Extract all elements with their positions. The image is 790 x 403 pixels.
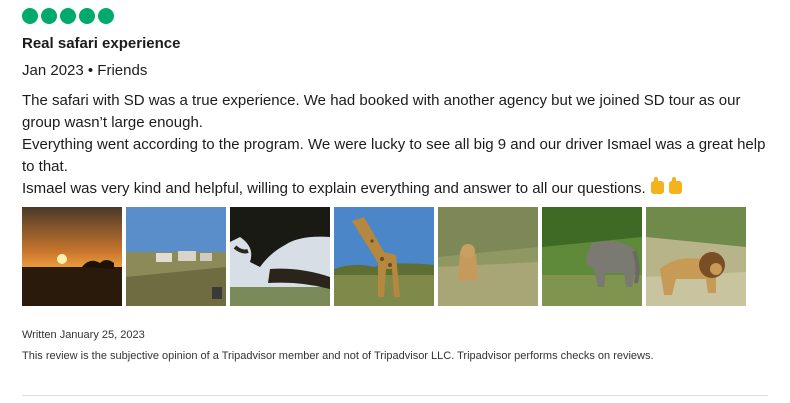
- leopard-in-tree-photo[interactable]: [230, 207, 330, 306]
- review-photos: [22, 207, 746, 306]
- review-body-text: Ismael was very kind and helpful, willin…: [22, 180, 646, 197]
- elephant-photo[interactable]: [542, 207, 642, 306]
- review-disclaimer: This review is the subjective opinion of…: [22, 350, 654, 362]
- divider: [22, 395, 768, 396]
- bubble-rating: [22, 8, 114, 24]
- review-body-line: Ismael was very kind and helpful, willin…: [22, 177, 774, 200]
- review-card: Real safari experience Jan 2023 • Friend…: [0, 0, 790, 403]
- rating-bubble-icon: [22, 8, 38, 24]
- lion-photo[interactable]: [646, 207, 746, 306]
- rating-bubble-icon: [60, 8, 76, 24]
- thumbs-up-icon: [650, 177, 664, 194]
- rating-bubble-icon: [98, 8, 114, 24]
- safari-vehicles-photo[interactable]: [126, 207, 226, 306]
- lioness-photo[interactable]: [438, 207, 538, 306]
- giraffe-photo[interactable]: [334, 207, 434, 306]
- sunset-photo[interactable]: [22, 207, 122, 306]
- thumbs-up-icon: [668, 177, 682, 194]
- rating-bubble-icon: [79, 8, 95, 24]
- review-body-line: Everything went according to the program…: [22, 136, 766, 175]
- trip-date-type: Jan 2023 • Friends: [22, 62, 148, 79]
- review-body: The safari with SD was a true experience…: [22, 90, 774, 200]
- review-title[interactable]: Real safari experience: [22, 35, 180, 53]
- rating-bubble-icon: [41, 8, 57, 24]
- review-body-line: The safari with SD was a true experience…: [22, 92, 741, 131]
- written-date: Written January 25, 2023: [22, 329, 145, 341]
